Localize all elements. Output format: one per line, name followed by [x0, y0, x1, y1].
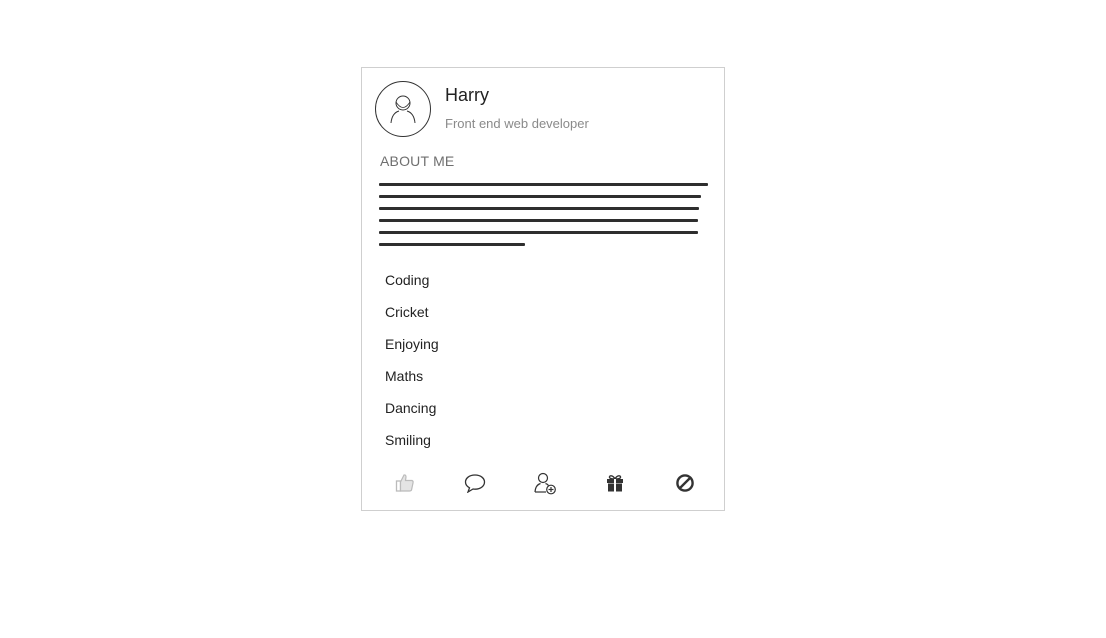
- comment-button[interactable]: [458, 466, 492, 500]
- interest-item: Maths: [385, 368, 424, 384]
- about-line: [379, 243, 525, 246]
- block-button[interactable]: [668, 466, 702, 500]
- add-friend-button[interactable]: [528, 466, 562, 500]
- profile-name: Harry: [445, 85, 489, 105]
- interest-item: Cricket: [385, 304, 429, 320]
- interest-item: Coding: [385, 272, 430, 288]
- about-line: [379, 231, 698, 234]
- action-bar: [362, 466, 724, 500]
- like-button[interactable]: [388, 466, 422, 500]
- profile-card: Harry Front end web developer ABOUT ME C…: [361, 67, 725, 511]
- about-me-heading: ABOUT ME: [380, 153, 455, 169]
- block-icon: [676, 474, 694, 492]
- avatar-silhouette: [390, 95, 416, 124]
- like-icon: [395, 474, 414, 492]
- about-line: [379, 207, 699, 210]
- interest-item: Enjoying: [385, 336, 439, 352]
- about-me-text-placeholder: [379, 182, 709, 248]
- add-friend-icon: [534, 472, 556, 495]
- interests-list: Coding Cricket Enjoying Maths Dancing Sm…: [385, 269, 439, 461]
- user-avatar-icon[interactable]: [375, 81, 431, 137]
- comment-icon: [464, 474, 486, 493]
- interest-item: Smiling: [385, 432, 431, 448]
- about-line: [379, 219, 698, 222]
- profile-role: Front end web developer: [445, 116, 589, 131]
- interest-item: Dancing: [385, 400, 437, 416]
- gift-button[interactable]: [598, 466, 632, 500]
- gift-icon: [607, 475, 623, 492]
- about-line: [379, 183, 708, 186]
- about-line: [379, 195, 701, 198]
